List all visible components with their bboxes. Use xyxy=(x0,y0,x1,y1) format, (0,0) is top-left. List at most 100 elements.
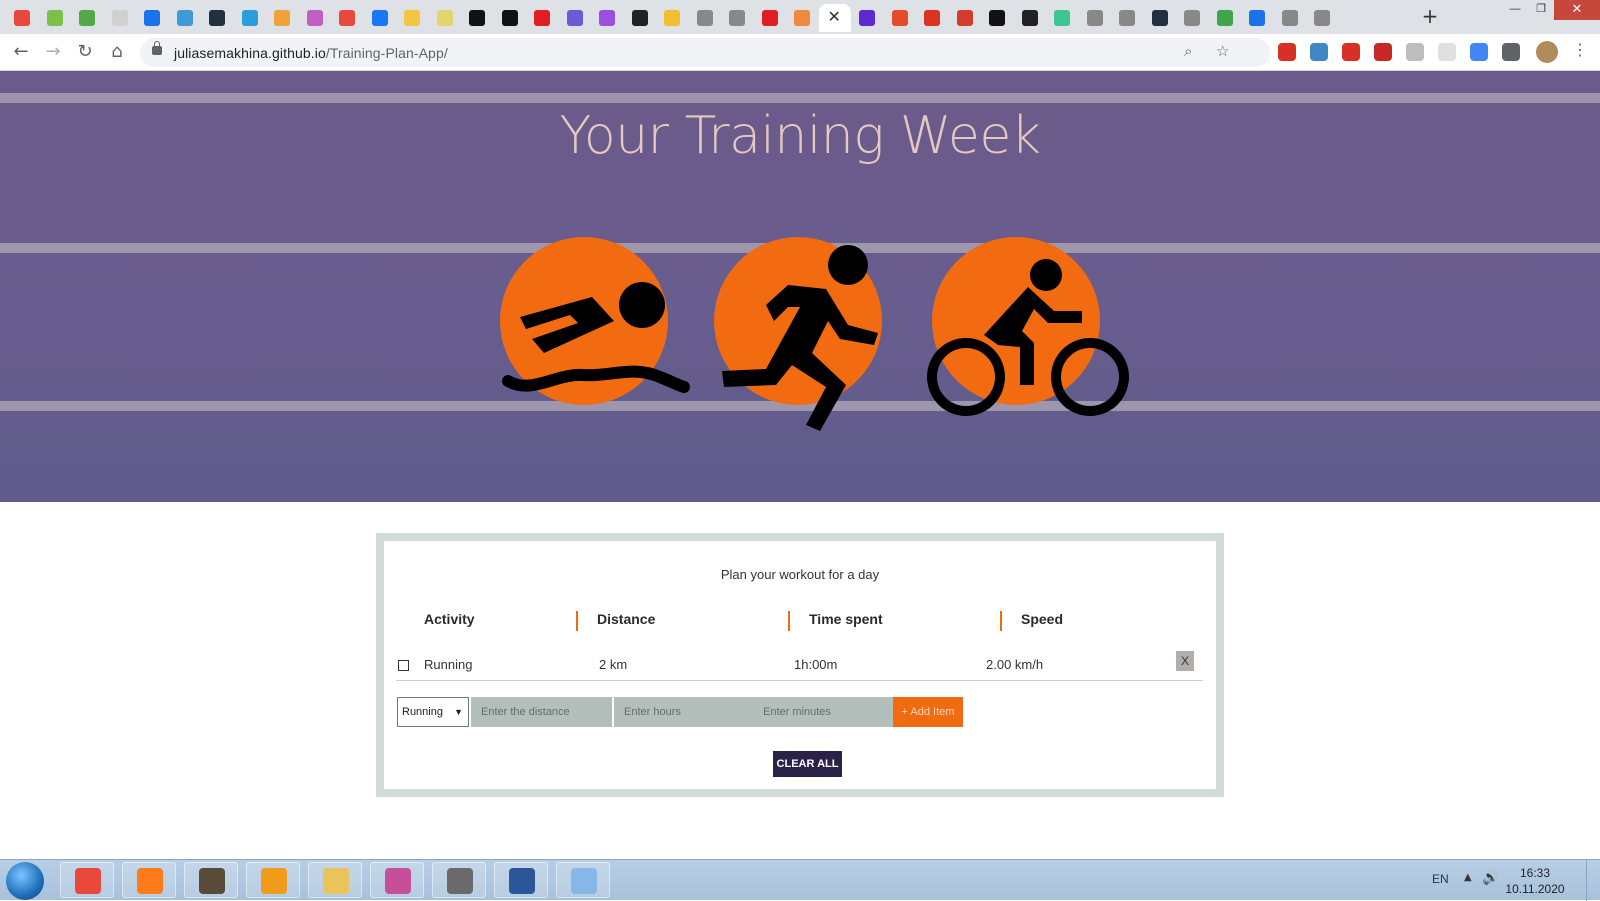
extension-icon[interactable] xyxy=(1406,43,1424,61)
close-tab-icon[interactable]: ✕ xyxy=(828,7,841,26)
browser-tab[interactable] xyxy=(591,4,624,32)
browser-tab[interactable] xyxy=(981,4,1014,32)
browser-tab[interactable] xyxy=(559,4,592,32)
browser-tab[interactable] xyxy=(39,4,72,32)
tray-expand-icon[interactable]: ▲ xyxy=(1464,872,1472,883)
browser-tab[interactable] xyxy=(494,4,527,32)
browser-tab[interactable] xyxy=(721,4,754,32)
taskbar-app-chrome[interactable] xyxy=(60,862,114,898)
clear-all-button[interactable]: CLEAR ALL xyxy=(773,751,842,777)
browser-tab[interactable] xyxy=(104,4,137,32)
browser-tab[interactable] xyxy=(169,4,202,32)
browser-tab[interactable] xyxy=(1209,4,1242,32)
hours-input[interactable]: Enter hours xyxy=(614,697,755,727)
taskbar-app-firefox[interactable] xyxy=(122,862,176,898)
delete-row-button[interactable]: X xyxy=(1176,651,1194,671)
bookmark-star-icon[interactable]: ☆ xyxy=(1216,42,1229,60)
browser-tab[interactable] xyxy=(1111,4,1144,32)
browser-tab[interactable] xyxy=(331,4,364,32)
browser-tab[interactable] xyxy=(1046,4,1079,32)
browser-tab[interactable] xyxy=(1241,4,1274,32)
profile-avatar[interactable] xyxy=(1536,41,1558,63)
extension-icon[interactable] xyxy=(1342,43,1360,61)
minimize-button[interactable]: — xyxy=(1502,0,1528,20)
lock-icon[interactable] xyxy=(152,41,162,55)
browser-tab[interactable] xyxy=(234,4,267,32)
reload-button[interactable]: ↻ xyxy=(73,40,97,64)
home-button[interactable]: ⌂ xyxy=(105,40,129,64)
planner-subtitle: Plan your workout for a day xyxy=(720,567,880,582)
taskbar-app-file-explorer[interactable] xyxy=(308,862,362,898)
browser-tab[interactable] xyxy=(136,4,169,32)
browser-tab[interactable]: ✕ xyxy=(818,4,851,32)
browser-tab[interactable] xyxy=(656,4,689,32)
browser-tab[interactable] xyxy=(526,4,559,32)
browser-tab[interactable] xyxy=(786,4,819,32)
row-checkbox[interactable] xyxy=(398,660,409,671)
extension-icon[interactable] xyxy=(1470,43,1488,61)
taskbar-app-gitkraken[interactable] xyxy=(370,862,424,898)
minutes-input[interactable]: Enter minutes xyxy=(753,697,894,727)
browser-tab[interactable] xyxy=(1144,4,1177,32)
track-lane-line xyxy=(0,93,1600,103)
add-item-button[interactable]: + Add Item xyxy=(893,697,963,727)
extension-icon[interactable] xyxy=(1502,43,1520,61)
distance-input[interactable]: Enter the distance xyxy=(471,697,612,727)
taskbar-app-photo-viewer[interactable] xyxy=(184,862,238,898)
browser-tab[interactable] xyxy=(266,4,299,32)
browser-tab[interactable] xyxy=(851,4,884,32)
browser-tab[interactable] xyxy=(299,4,332,32)
browser-tab[interactable] xyxy=(1014,4,1047,32)
extension-icon[interactable] xyxy=(1374,43,1392,61)
language-indicator[interactable]: EN xyxy=(1432,872,1449,886)
url-text[interactable]: juliasemakhina.github.io/Training-Plan-A… xyxy=(174,45,448,61)
browser-tab[interactable] xyxy=(754,4,787,32)
browser-tab[interactable] xyxy=(1306,4,1339,32)
taskbar-app-word[interactable] xyxy=(494,862,548,898)
tab-favicon-icon xyxy=(1281,10,1298,26)
browser-tab[interactable] xyxy=(201,4,234,32)
zoom-icon[interactable]: ⌕ xyxy=(1184,42,1192,60)
taskbar-app-sublime-text[interactable] xyxy=(246,862,300,898)
tab-favicon-icon xyxy=(111,10,128,26)
tab-favicon-icon xyxy=(1054,10,1070,26)
browser-tab[interactable] xyxy=(916,4,949,32)
back-button[interactable]: ← xyxy=(9,40,33,64)
taskbar-app-paint[interactable] xyxy=(556,862,610,898)
browser-tab[interactable] xyxy=(884,4,917,32)
browser-tab[interactable] xyxy=(429,4,462,32)
tab-favicon-icon xyxy=(501,10,518,26)
browser-tab[interactable] xyxy=(364,4,397,32)
volume-icon[interactable]: 🔊 xyxy=(1482,870,1499,886)
extension-icon[interactable] xyxy=(1278,43,1296,61)
browser-tab[interactable] xyxy=(461,4,494,32)
tab-favicon-icon xyxy=(404,10,420,26)
extension-icon[interactable] xyxy=(1310,43,1328,61)
browser-tab[interactable] xyxy=(396,4,429,32)
taskbar-app-misc-app[interactable] xyxy=(432,862,486,898)
start-button[interactable] xyxy=(6,862,44,900)
activity-select[interactable]: Running ▼ xyxy=(397,697,469,727)
restore-button[interactable]: ❐ xyxy=(1528,0,1554,20)
windows-taskbar: EN ▲ 🔊 16:33 10.11.2020 xyxy=(0,859,1600,901)
clock[interactable]: 16:33 10.11.2020 xyxy=(1505,865,1565,897)
forward-button[interactable]: → xyxy=(41,40,65,64)
browser-tab[interactable] xyxy=(949,4,982,32)
browser-menu-icon[interactable]: ⋮ xyxy=(1572,40,1588,59)
browser-tab[interactable] xyxy=(1176,4,1209,32)
new-tab-button[interactable]: + xyxy=(1418,5,1442,29)
browser-tab[interactable] xyxy=(689,4,722,32)
extension-icon[interactable] xyxy=(1438,43,1456,61)
browser-tab[interactable] xyxy=(1079,4,1112,32)
column-header-time: Time spent xyxy=(809,611,883,627)
firefox-icon xyxy=(137,868,163,894)
web-page: Your Training Week Plan your workout for… xyxy=(0,71,1600,859)
browser-tab[interactable] xyxy=(624,4,657,32)
browser-tab[interactable] xyxy=(71,4,104,32)
show-desktop-button[interactable] xyxy=(1586,860,1600,901)
close-window-button[interactable]: ✕ xyxy=(1554,0,1600,20)
browser-tab[interactable] xyxy=(1274,4,1307,32)
address-bar[interactable]: juliasemakhina.github.io/Training-Plan-A… xyxy=(140,38,1270,67)
window-controls: — ❐ ✕ xyxy=(1502,0,1600,20)
browser-tab[interactable] xyxy=(6,4,39,32)
